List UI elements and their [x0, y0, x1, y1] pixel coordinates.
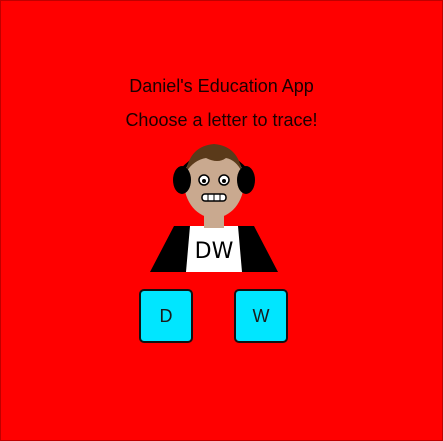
- cartoon-avatar-icon: DW: [150, 144, 278, 272]
- headphone-right-cup: [237, 166, 255, 194]
- letter-d-button[interactable]: D: [139, 289, 193, 343]
- shirt-text: DW: [195, 239, 234, 264]
- app-title: Daniel's Education App: [129, 76, 314, 96]
- instruction-text: Choose a letter to trace!: [125, 110, 318, 130]
- app-canvas: Daniel's Education App Choose a letter t…: [0, 0, 443, 441]
- headphone-left-cup: [173, 166, 191, 194]
- letter-w-button[interactable]: W: [234, 289, 288, 343]
